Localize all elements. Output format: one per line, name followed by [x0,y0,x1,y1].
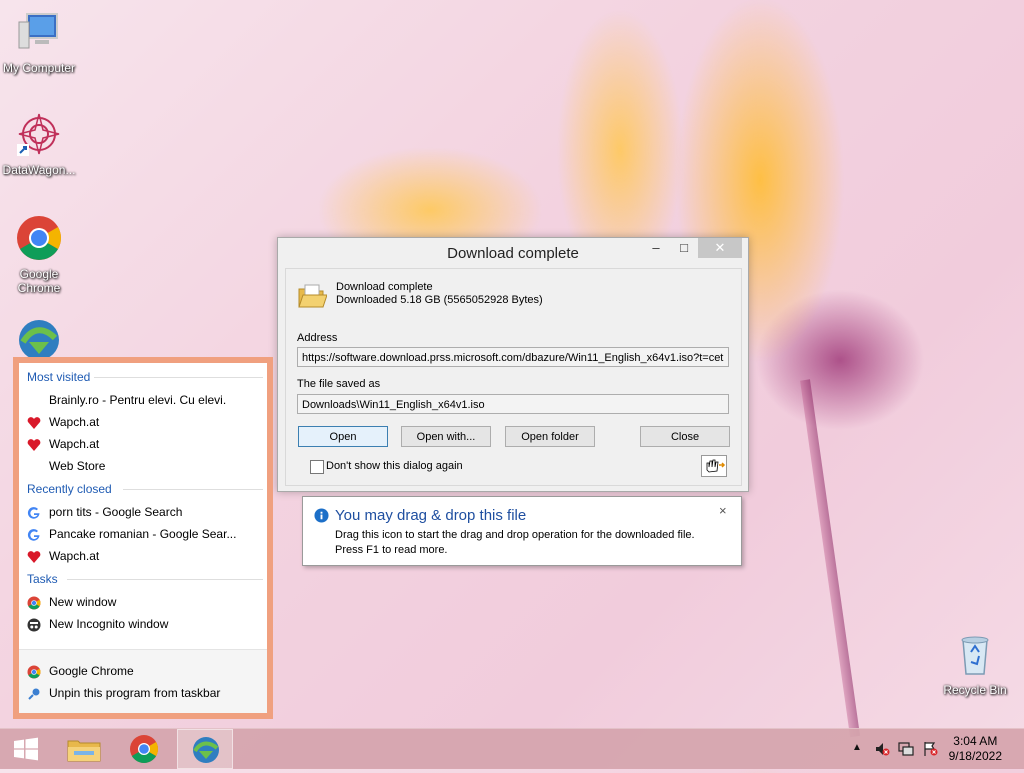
desktop-icon-label: Google Chrome [17,267,61,295]
jump-list-footer: Google Chrome Unpin this program from ta… [19,649,267,713]
jump-item-closed-3[interactable]: Wapch.at [27,547,99,565]
heart-icon [27,550,41,563]
action-center-flag-icon[interactable] [922,741,938,757]
dialog-heading: Download complete [336,281,433,293]
desktop-icon-label: Recycle Bin [943,683,1007,697]
chrome-icon [27,596,41,610]
start-button[interactable] [4,729,48,769]
download-manager-icon [193,737,219,763]
section-divider [123,489,263,490]
chrome-icon [17,216,61,260]
blank-icon [27,460,41,474]
open-folder-button[interactable]: Open folder [505,426,595,447]
tooltip-title: You may drag & drop this file [335,507,527,524]
desktop-icon-datawagon[interactable]: DataWagon... [0,110,78,177]
blank-icon [27,394,41,408]
jump-item-label: New Incognito window [49,617,169,631]
section-divider [67,579,263,580]
network-icon[interactable] [898,741,914,757]
desktop-icon-my-computer[interactable]: My Computer [0,8,78,75]
open-with-button[interactable]: Open with... [401,426,491,447]
taskbar-file-explorer[interactable] [56,729,112,769]
google-icon [27,506,40,519]
close-window-button[interactable]: ✕ [698,238,742,258]
windows-logo-icon [14,737,38,761]
tooltip-line-2: Press F1 to read more. [335,544,448,556]
dont-show-label: Don't show this dialog again [326,460,463,472]
jump-item-label: Wapch.at [49,549,100,563]
system-clock[interactable]: 3:04 AM 9/18/2022 [949,734,1002,764]
speaker-muted-icon[interactable] [874,741,890,757]
address-field[interactable]: https://software.download.prss.microsoft… [297,347,729,367]
tooltip-close-button[interactable]: × [719,503,727,518]
minimize-button[interactable]: – [646,238,666,258]
wallpaper-flower-stem [800,379,861,738]
tooltip-line-1: Drag this icon to start the drag and dro… [335,529,695,541]
section-divider [94,377,263,378]
chrome-icon [27,665,41,679]
hand-drag-icon [706,459,726,473]
section-recently-closed: Recently closed [27,482,112,496]
jump-item-label: Web Store [49,459,106,473]
saved-as-label: The file saved as [297,378,381,390]
section-tasks: Tasks [27,572,58,586]
heart-icon [27,438,41,451]
taskbar-google-chrome[interactable] [116,729,172,769]
maximize-button[interactable]: □ [674,238,694,258]
taskbar-download-manager[interactable] [177,729,233,769]
close-button[interactable]: Close [640,426,730,447]
clock-date: 9/18/2022 [948,749,1002,763]
google-icon [27,528,40,541]
drag-drop-tooltip: You may drag & drop this file × Drag thi… [302,496,742,566]
folder-open-icon [298,284,327,308]
downloaded-size: Downloaded 5.18 GB (5565052928 Bytes) [336,294,543,306]
chrome-icon [130,735,158,763]
jump-item-new-window[interactable]: New window [27,593,116,611]
desktop-icon-label: DataWagon... [2,163,76,177]
jump-item-label: Brainly.ro - Pentru elevi. Cu elevi. [49,393,227,407]
taskbar: ▲ 3:04 AM 9/18/2022 [0,728,1024,769]
file-explorer-icon [67,740,101,762]
jump-item-wapchat-2[interactable]: Wapch.at [27,435,99,453]
dialog-content: Download complete Downloaded 5.18 GB (55… [285,268,742,486]
heart-icon [27,416,41,429]
jump-item-web-store[interactable]: Web Store [27,457,105,475]
jump-item-label: Pancake romanian - Google Sear... [49,527,237,541]
jump-item-closed-1[interactable]: porn tits - Google Search [27,503,182,521]
desktop-icon-google-chrome[interactable]: Google Chrome [0,214,78,295]
incognito-icon [27,618,41,632]
unpin-icon [28,688,40,700]
datawagon-icon [17,113,60,156]
jump-item-wapchat-1[interactable]: Wapch.at [27,413,99,431]
jump-item-unpin[interactable]: Unpin this program from taskbar [27,684,220,702]
recycle-bin-icon [961,636,989,675]
jump-item-label: porn tits - Google Search [49,505,183,519]
jump-item-brainly[interactable]: Brainly.ro - Pentru elevi. Cu elevi. [27,391,226,409]
drag-drop-handle[interactable] [701,455,727,477]
show-hidden-icons-button[interactable]: ▲ [852,742,862,753]
dont-show-checkbox[interactable] [310,460,324,474]
download-complete-dialog: Download complete – □ ✕ Download complet… [277,237,749,492]
dialog-titlebar[interactable]: Download complete – □ ✕ [278,238,748,266]
jump-item-label: Wapch.at [49,415,100,429]
chrome-jump-list: Most visited Brainly.ro - Pentru elevi. … [13,357,273,719]
computer-icon [18,13,58,49]
jump-item-label: Unpin this program from taskbar [49,686,221,700]
jump-item-google-chrome[interactable]: Google Chrome [27,662,134,680]
jump-item-closed-2[interactable]: Pancake romanian - Google Sear... [27,525,236,543]
jump-item-label: Google Chrome [49,664,134,678]
jump-item-label: Wapch.at [49,437,100,451]
open-button[interactable]: Open [298,426,388,447]
section-most-visited: Most visited [27,370,91,384]
jump-item-new-incognito[interactable]: New Incognito window [27,615,168,633]
desktop-icon-recycle-bin[interactable]: Recycle Bin [936,630,1014,697]
saved-as-field[interactable]: Downloads\Win11_English_x64v1.iso [297,394,729,414]
desktop-icon-label: My Computer [2,61,76,75]
jump-item-label: New window [49,595,117,609]
info-icon [314,508,329,523]
clock-time: 3:04 AM [953,734,998,748]
address-label: Address [297,332,338,344]
